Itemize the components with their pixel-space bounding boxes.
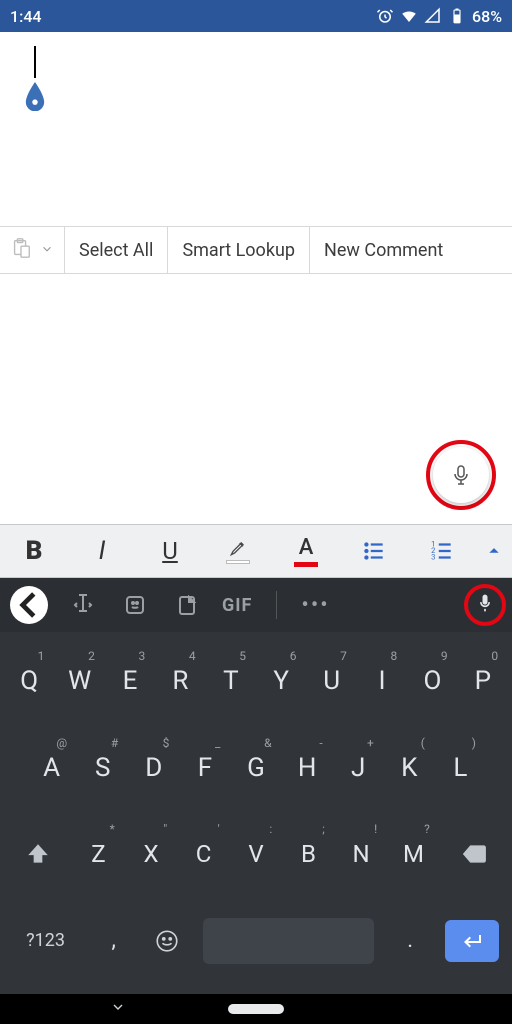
key-q[interactable]: 1Q (4, 645, 54, 717)
sticker-button[interactable] (118, 593, 152, 617)
smart-lookup-button[interactable]: Smart Lookup (168, 227, 310, 273)
text-cursor (34, 46, 36, 78)
keyboard-toolbar: GIF ••• (0, 578, 512, 632)
alarm-icon (376, 7, 394, 25)
more-button[interactable]: ••• (301, 593, 329, 618)
comma-key[interactable]: , (87, 905, 140, 977)
gif-button[interactable]: GIF (222, 595, 252, 616)
key-l[interactable]: )L (435, 732, 486, 804)
key-r[interactable]: 4R (155, 645, 205, 717)
context-toolbar: Select All Smart Lookup New Comment (0, 226, 512, 274)
microphone-icon (475, 593, 495, 613)
separator (276, 591, 277, 619)
keyboard-row-1: 1Q2W3E4R5T6Y7U8I9O0P (4, 645, 508, 717)
sticker-icon (123, 593, 147, 617)
key-d[interactable]: $D (128, 732, 179, 804)
numbered-list-icon: 123 (429, 538, 455, 564)
key-g[interactable]: &G (230, 732, 281, 804)
voice-typing-button[interactable] (475, 593, 495, 617)
keyboard-dismiss-button[interactable] (110, 999, 126, 1019)
emoji-icon (154, 928, 180, 954)
key-p[interactable]: 0P (458, 645, 508, 717)
paste-options[interactable] (0, 227, 65, 273)
key-y[interactable]: 6Y (256, 645, 306, 717)
keyboard-row-4: ?123 , . (4, 905, 508, 977)
keyboard-row-3: *Z"X'C:V;B!N?M (4, 818, 508, 890)
key-k[interactable]: (K (384, 732, 435, 804)
status-time: 1:44 (10, 7, 42, 26)
italic-button[interactable]: I (68, 525, 136, 577)
keyboard-back-button[interactable] (10, 586, 48, 624)
battery-icon (448, 7, 466, 25)
key-f[interactable]: _F (179, 732, 230, 804)
key-b[interactable]: ;B (282, 818, 335, 890)
chevron-left-icon (10, 586, 48, 624)
key-c[interactable]: 'C (177, 818, 230, 890)
highlight-button[interactable] (204, 525, 272, 577)
key-n[interactable]: !N (335, 818, 388, 890)
format-toolbar: B I U A 123 (0, 524, 512, 578)
numbered-list-button[interactable]: 123 (408, 525, 476, 577)
status-icons: 68% (376, 7, 502, 26)
backspace-key[interactable] (440, 818, 508, 890)
text-select-tool[interactable] (66, 593, 100, 617)
key-z[interactable]: *Z (72, 818, 125, 890)
bold-button[interactable]: B (0, 525, 68, 577)
new-comment-button[interactable]: New Comment (310, 227, 457, 273)
backspace-icon (461, 841, 487, 867)
home-gesture-pill[interactable] (228, 1004, 284, 1014)
shift-icon (25, 841, 51, 867)
text-cursor-icon (71, 593, 95, 617)
key-a[interactable]: @A (26, 732, 77, 804)
keyboard-mic-highlight (464, 584, 506, 626)
bullet-list-button[interactable] (340, 525, 408, 577)
dictate-button[interactable] (433, 447, 489, 503)
chevron-down-icon (40, 240, 54, 261)
key-v[interactable]: :V (230, 818, 283, 890)
clipboard-button[interactable] (170, 593, 204, 617)
enter-icon (460, 929, 484, 953)
cursor-handle[interactable] (24, 82, 46, 112)
highlight-color-swatch (226, 560, 250, 564)
key-s[interactable]: #S (77, 732, 128, 804)
clipboard-icon (10, 237, 32, 264)
font-color-swatch (294, 562, 318, 567)
key-w[interactable]: 2W (54, 645, 104, 717)
expand-toolbar-button[interactable] (476, 525, 512, 577)
key-x[interactable]: "X (125, 818, 178, 890)
clipboard-icon (175, 593, 199, 617)
signal-icon (424, 7, 442, 25)
dictate-fab-highlight (426, 440, 496, 510)
microphone-icon (449, 463, 473, 487)
space-key[interactable] (194, 905, 384, 977)
keyboard-row-2: @A#S$D_F&G-H+J(K)L (4, 732, 508, 804)
key-m[interactable]: ?M (387, 818, 440, 890)
select-all-button[interactable]: Select All (65, 227, 168, 273)
chevron-down-icon (110, 999, 126, 1015)
key-i[interactable]: 8I (357, 645, 407, 717)
underline-button[interactable]: U (136, 525, 204, 577)
font-color-button[interactable]: A (272, 525, 340, 577)
symbols-key[interactable]: ?123 (4, 905, 87, 977)
android-navbar (0, 994, 512, 1024)
enter-key[interactable] (437, 905, 508, 977)
key-h[interactable]: -H (282, 732, 333, 804)
battery-percent: 68% (472, 7, 502, 26)
list-icon (361, 538, 387, 564)
chevron-up-icon (487, 544, 501, 558)
wifi-icon (400, 7, 418, 25)
key-j[interactable]: +J (333, 732, 384, 804)
emoji-key[interactable] (140, 905, 193, 977)
highlighter-icon (227, 538, 249, 558)
key-u[interactable]: 7U (306, 645, 356, 717)
period-key[interactable]: . (383, 905, 436, 977)
shift-key[interactable] (4, 818, 72, 890)
keyboard: 1Q2W3E4R5T6Y7U8I9O0P @A#S$D_F&G-H+J(K)L … (0, 632, 512, 994)
key-t[interactable]: 5T (206, 645, 256, 717)
svg-text:3: 3 (431, 553, 435, 562)
key-o[interactable]: 9O (407, 645, 457, 717)
key-e[interactable]: 3E (105, 645, 155, 717)
status-bar: 1:44 68% (0, 0, 512, 32)
